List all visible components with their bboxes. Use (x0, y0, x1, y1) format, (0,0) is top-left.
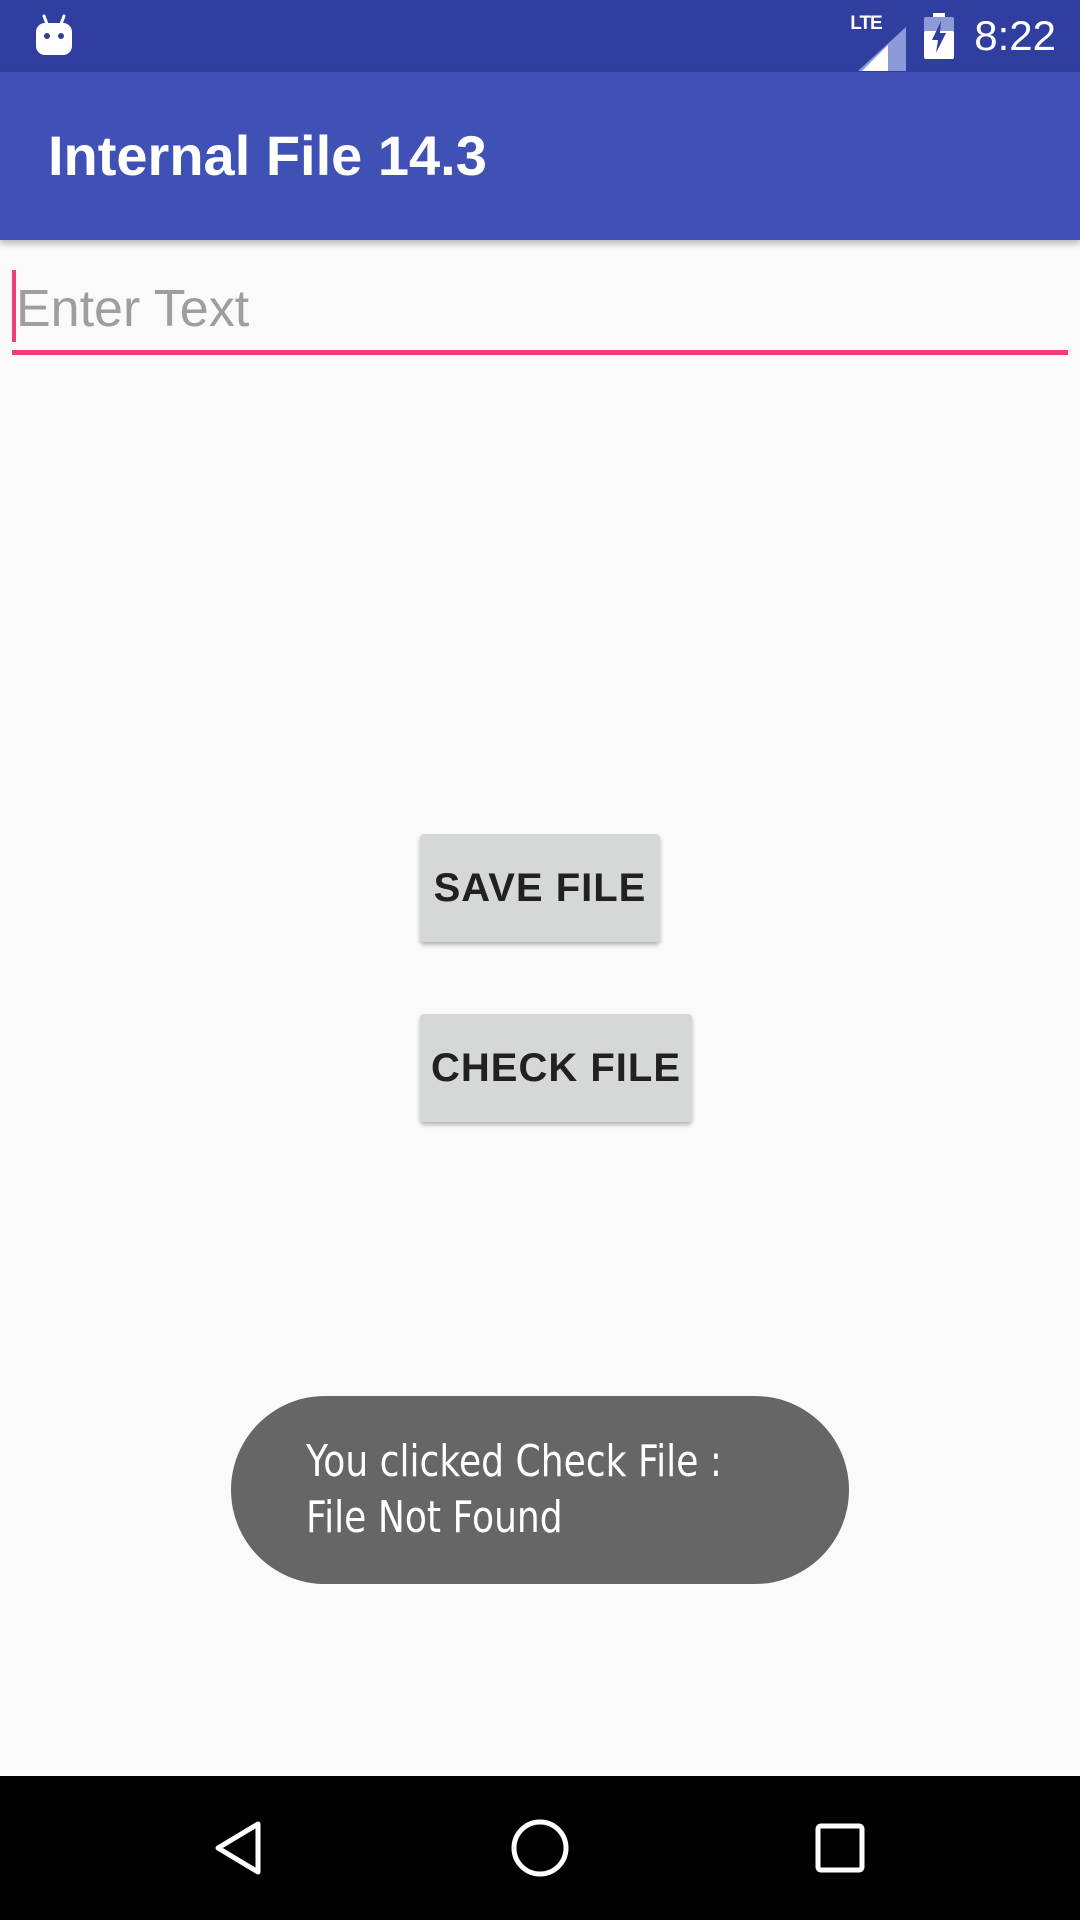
navigation-bar (0, 1776, 1080, 1920)
save-file-button[interactable]: SAVE FILE (420, 834, 660, 942)
text-underline (12, 350, 1068, 355)
back-icon (215, 1821, 261, 1875)
recents-button[interactable] (790, 1798, 890, 1898)
text-input[interactable] (12, 268, 1068, 350)
signal-group: LTE (850, 13, 907, 71)
toast-line-2: File Not Found (306, 1492, 563, 1543)
screen: LTE 8:22 Internal File 14.3 SAVE FILE CH… (0, 0, 1080, 1920)
back-button[interactable] (190, 1798, 290, 1898)
battery-charging-icon (924, 13, 955, 59)
android-debug-icon (36, 14, 72, 55)
toast: You clicked Check File : File Not Found (231, 1396, 849, 1584)
cell-signal-icon (858, 27, 907, 71)
home-button[interactable] (490, 1798, 590, 1898)
home-icon (511, 1819, 569, 1877)
app-bar: Internal File 14.3 (0, 72, 1080, 240)
toast-line-1: You clicked Check File : (306, 1436, 723, 1487)
status-bar: LTE 8:22 (0, 0, 1080, 72)
recents-icon (815, 1823, 865, 1873)
check-file-button[interactable]: CHECK FILE (420, 1014, 692, 1122)
app-title: Internal File 14.3 (48, 124, 487, 187)
status-icons: LTE 8:22 (850, 0, 1056, 72)
text-field[interactable] (12, 268, 1068, 356)
text-cursor (12, 270, 16, 342)
clock: 8:22 (974, 12, 1056, 59)
